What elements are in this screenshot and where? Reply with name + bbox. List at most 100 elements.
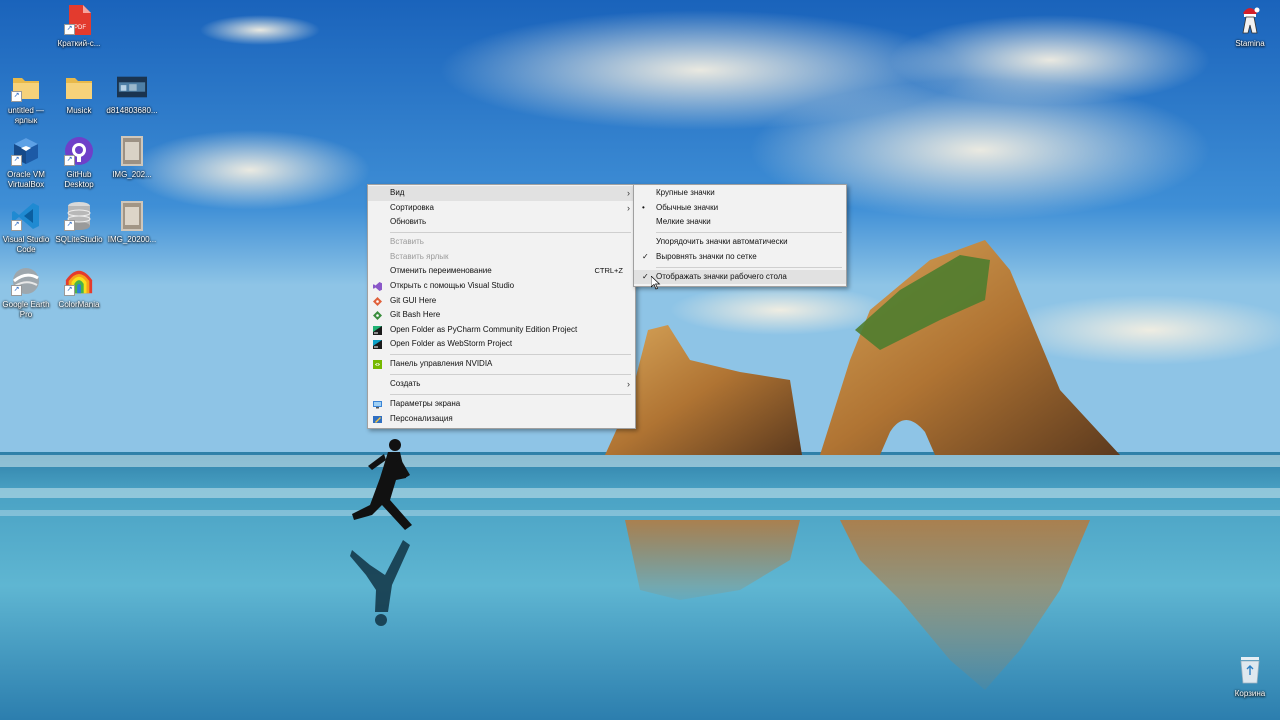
- menu-item-label: Сортировка: [390, 202, 434, 212]
- menu-item-refresh[interactable]: Обновить: [368, 215, 635, 230]
- menu-item-undo-rename[interactable]: Отменить переименование CTRL+Z: [368, 264, 635, 279]
- menu-item-label: Мелкие значки: [656, 217, 711, 227]
- image-thumbnail-icon: [117, 72, 147, 102]
- menu-separator: [656, 266, 842, 268]
- menu-item-label: Отображать значки рабочего стола: [656, 271, 787, 281]
- google-earth-icon: ↗: [11, 266, 41, 296]
- desktop-icon-label: Краткий-с...: [57, 39, 101, 48]
- virtualbox-icon: ↗: [11, 136, 41, 166]
- menu-item-display-settings[interactable]: Параметры экрана: [368, 397, 635, 412]
- menu-item-git-gui-here[interactable]: Git GUI Here: [368, 294, 635, 309]
- desktop-icon-virtualbox[interactable]: ↗ Oracle VM VirtualBox: [0, 136, 52, 190]
- menu-item-new[interactable]: Создать ›: [368, 377, 635, 392]
- chevron-right-icon: ›: [627, 379, 630, 390]
- desktop-icon-label: ColorMania: [58, 300, 100, 309]
- desktop-icon-musick[interactable]: Musick: [53, 72, 105, 116]
- desktop-icon-recycle-bin[interactable]: Корзина: [1224, 655, 1276, 699]
- desktop-icon-label: Stamina: [1235, 39, 1265, 48]
- desktop-icon-colormania[interactable]: ↗ ColorMania: [53, 266, 105, 310]
- menu-item-label: Open Folder as PyCharm Community Edition…: [390, 324, 578, 334]
- menu-item-label: Параметры экрана: [390, 399, 461, 409]
- desktop-icon-pdf[interactable]: PDF ↗ Краткий-с...: [53, 5, 105, 49]
- desktop-icon-stamina[interactable]: Stamina: [1224, 5, 1276, 49]
- menu-item-label: Вставить ярлык: [390, 251, 449, 261]
- menu-item-medium-icons[interactable]: • Обычные значки: [634, 201, 846, 216]
- checkmark-icon: ✓: [642, 271, 649, 281]
- mouse-cursor-icon: [651, 276, 661, 290]
- desktop-icon-github-desktop[interactable]: ↗ GitHub Desktop: [53, 136, 105, 190]
- view-submenu: Крупные значки • Обычные значки Мелкие з…: [633, 184, 847, 288]
- menu-separator: [390, 354, 631, 356]
- colormania-icon: ↗: [64, 266, 94, 296]
- menu-item-nvidia-control-panel[interactable]: Панель управления NVIDIA: [368, 357, 635, 372]
- menu-item-large-icons[interactable]: Крупные значки: [634, 186, 846, 201]
- menu-item-label: Персонализация: [390, 413, 453, 423]
- menu-item-show-desktop-icons[interactable]: ✓ Отображать значки рабочего стола: [634, 269, 846, 285]
- desktop-icon-untitled-shortcut[interactable]: ↗ untitled — ярлык: [0, 72, 52, 126]
- menu-item-sort[interactable]: Сортировка ›: [368, 201, 635, 216]
- wallpaper-scene: [0, 0, 1280, 720]
- menu-item-label: Обычные значки: [656, 202, 719, 212]
- checkmark-icon: ✓: [642, 251, 649, 261]
- stamina-icon: [1235, 5, 1265, 35]
- menu-item-open-webstorm[interactable]: Open Folder as WebStorm Project: [368, 337, 635, 352]
- pycharm-icon: [373, 325, 382, 335]
- menu-item-personalization[interactable]: Персонализация: [368, 412, 635, 427]
- menu-item-paste-shortcut: Вставить ярлык: [368, 250, 635, 265]
- pdf-icon: PDF ↗: [64, 5, 94, 35]
- personalization-icon: [373, 415, 382, 424]
- desktop-icon-img-1[interactable]: IMG_202...: [106, 136, 158, 180]
- desktop-wallpaper: [0, 0, 1280, 720]
- database-icon: ↗: [64, 201, 94, 231]
- menu-item-open-pycharm[interactable]: Open Folder as PyCharm Community Edition…: [368, 323, 635, 338]
- menu-item-git-bash-here[interactable]: Git Bash Here: [368, 308, 635, 323]
- chevron-right-icon: ›: [627, 188, 630, 198]
- menu-item-label: Упорядочить значки автоматически: [656, 237, 788, 247]
- menu-item-paste: Вставить: [368, 235, 635, 250]
- menu-separator: [390, 374, 631, 376]
- menu-item-view[interactable]: Вид ›: [368, 186, 635, 201]
- shortcut-arrow-icon: ↗: [11, 155, 22, 166]
- menu-item-label: Open Folder as WebStorm Project: [390, 339, 513, 349]
- folder-icon: ↗: [11, 72, 41, 102]
- shortcut-arrow-icon: ↗: [11, 220, 22, 231]
- shortcut-arrow-icon: ↗: [64, 24, 75, 35]
- menu-item-label: Git Bash Here: [390, 310, 441, 320]
- github-icon: ↗: [64, 136, 94, 166]
- desktop-icon-google-earth-pro[interactable]: ↗ Google Earth Pro: [0, 266, 52, 320]
- desktop-icon-img-2[interactable]: IMG_20200...: [106, 201, 158, 245]
- menu-item-align-to-grid[interactable]: ✓ Выровнять значки по сетке: [634, 250, 846, 265]
- menu-item-label: Открыть с помощью Visual Studio: [390, 280, 515, 290]
- desktop-context-menu: Вид › Сортировка › Обновить Вставить Вст…: [367, 184, 636, 430]
- chevron-right-icon: ›: [627, 202, 630, 213]
- image-thumbnail-icon: [117, 201, 147, 231]
- menu-item-label: Крупные значки: [656, 188, 715, 197]
- webstorm-icon: [373, 340, 382, 350]
- menu-item-open-with-visual-studio[interactable]: Открыть с помощью Visual Studio: [368, 279, 635, 294]
- menu-separator: [390, 394, 631, 396]
- folder-icon: [64, 72, 94, 102]
- image-thumbnail-icon: [117, 136, 147, 166]
- desktop-icon-d814803680[interactable]: d814803680...: [106, 72, 158, 116]
- git-gui-icon: [373, 296, 382, 306]
- desktop-icon-sqlitestudio[interactable]: ↗ SQLiteStudio: [53, 201, 105, 245]
- recycle-bin-icon: [1235, 655, 1265, 685]
- desktop-icon-label: Oracle VM VirtualBox: [7, 170, 45, 189]
- shortcut-arrow-icon: ↗: [64, 285, 75, 296]
- desktop-icon-label: Musick: [66, 106, 92, 115]
- display-settings-icon: [373, 400, 382, 409]
- menu-item-auto-arrange[interactable]: Упорядочить значки автоматически: [634, 235, 846, 250]
- desktop-icon-vscode[interactable]: ↗ Visual Studio Code: [0, 201, 52, 255]
- menu-item-label: Выровнять значки по сетке: [656, 251, 757, 261]
- desktop-icon-label: SQLiteStudio: [55, 235, 103, 244]
- shortcut-arrow-icon: ↗: [64, 220, 75, 231]
- menu-item-label: Вставить: [390, 237, 424, 247]
- shortcut-arrow-icon: ↗: [11, 91, 22, 102]
- nvidia-icon: [373, 360, 382, 370]
- menu-item-shortcut: CTRL+Z: [594, 266, 623, 276]
- visual-studio-icon: [373, 281, 382, 291]
- menu-item-small-icons[interactable]: Мелкие значки: [634, 215, 846, 230]
- menu-separator: [390, 231, 631, 233]
- menu-item-label: Git GUI Here: [390, 295, 437, 305]
- svg-text:PDF: PDF: [74, 25, 86, 31]
